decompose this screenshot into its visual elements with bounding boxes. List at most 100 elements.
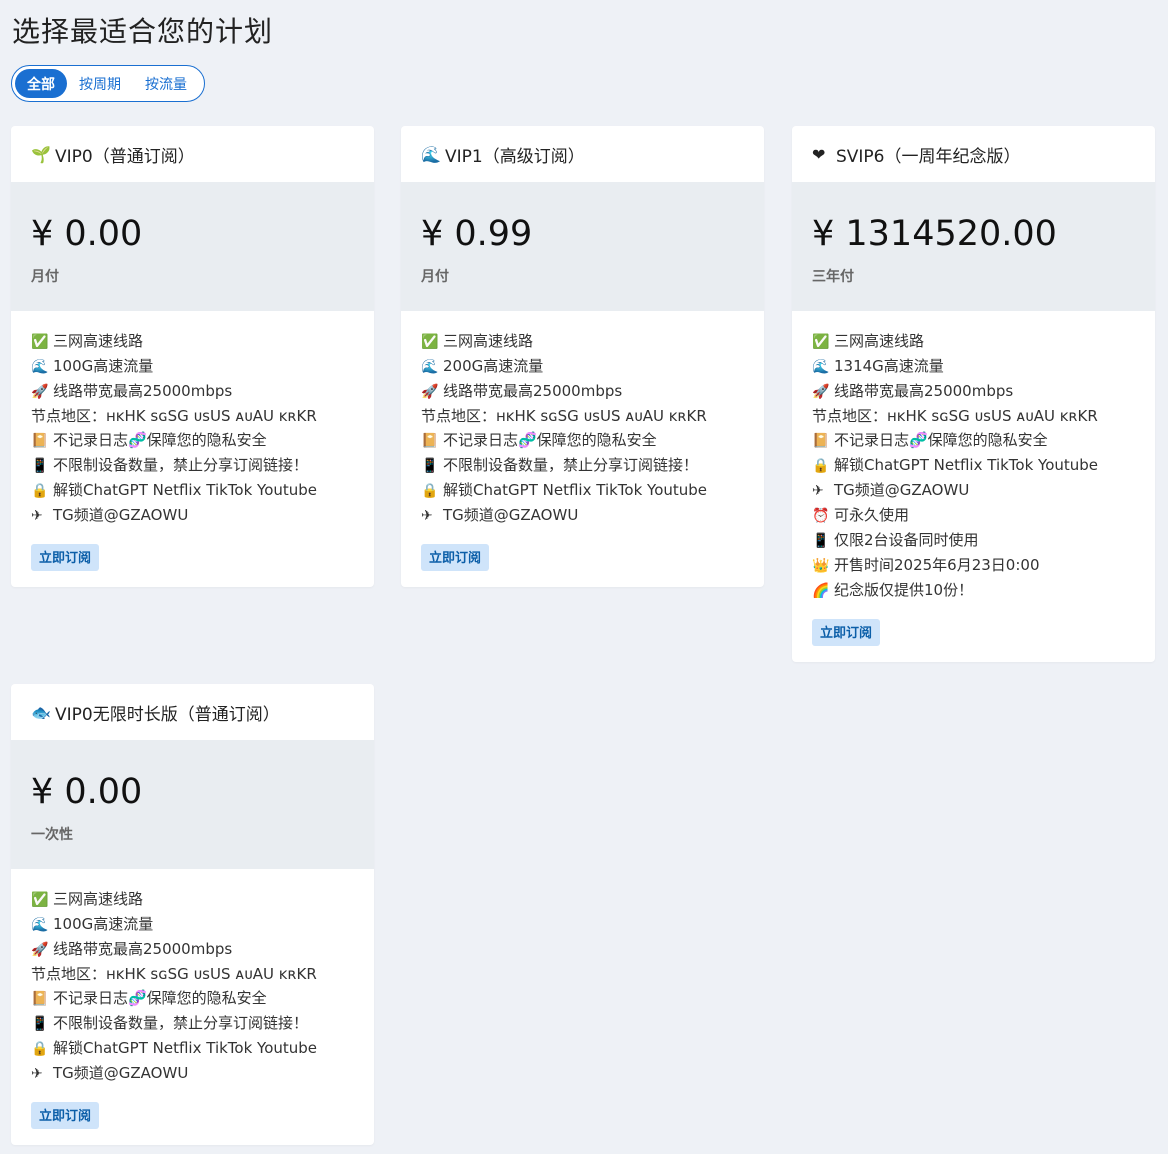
feature-text: 可永久使用 [834, 506, 910, 524]
feature-item: 🚀 线路带宽最高25000mbps [421, 379, 764, 404]
filter-by-period[interactable]: 按周期 [67, 69, 133, 98]
wave-icon: 🌊 [812, 359, 830, 375]
feature-text: 不记录日志🧬保障您的隐私安全 [53, 431, 267, 449]
subscribe-button[interactable]: 立即订阅 [31, 544, 100, 571]
phone-icon: 📱 [31, 1016, 49, 1032]
feature-list: ✅ 三网高速线路 🌊 200G高速流量 🚀 线路带宽最高25000mbps 节点地区：ʜᴋH… [401, 311, 764, 528]
plan-period: 一次性 [31, 827, 73, 843]
lock-icon: 🔒 [812, 458, 830, 474]
feature-text: 100G高速流量 [53, 915, 154, 933]
feature-item: ✈ TG频道@GZAOWU [421, 503, 764, 528]
page-title: 选择最适合您的计划 [12, 15, 274, 48]
airplane-icon: ✈ [812, 483, 824, 499]
plan-price: ¥ 1314520.00 [812, 214, 1057, 254]
feature-text: TG频道@GZAOWU [443, 506, 579, 524]
feature-text: 解锁ChatGPT Netflix TikTok Youtube [53, 481, 318, 499]
rocket-icon: 🚀 [812, 384, 830, 400]
feature-list: ✅ 三网高速线路 🌊 100G高速流量 🚀 线路带宽最高25000mbps 节点地区：ʜᴋH… [11, 311, 374, 528]
plan-card: 🌊 VIP1（高级订阅） ¥ 0.99 月付 ✅ 三网高速线路 🌊 200G高速流量 🚀 线路带宽… [401, 126, 764, 587]
plan-price: ¥ 0.00 [31, 214, 143, 254]
lock-icon: 🔒 [421, 483, 439, 499]
plan-price: ¥ 0.99 [421, 214, 533, 254]
plan-period: 月付 [31, 269, 59, 285]
feature-text: 开售时间2025年6月23日0:00 [834, 556, 1040, 574]
feature-item: 🌈 纪念版仅提供10份！ [812, 578, 1155, 603]
feature-item: 节点地区：ʜᴋHK sɢSG ᴜsUS ᴀᴜAU ᴋʀKR [421, 404, 764, 428]
feature-text: 线路带宽最高25000mbps [53, 382, 233, 400]
alarm-clock-icon: ⏰ [812, 508, 830, 524]
heart-icon: ❤ [812, 144, 826, 164]
phone-icon: 📱 [31, 458, 49, 474]
rocket-icon: 🚀 [31, 384, 49, 400]
feature-text: 三网高速线路 [834, 332, 925, 350]
feature-item: 🔒 解锁ChatGPT Netflix TikTok Youtube [421, 478, 764, 503]
feature-text: 节点地区：ʜᴋHK sɢSG ᴜsUS ᴀᴜAU ᴋʀKR [812, 407, 1098, 425]
feature-item: ✅ 三网高速线路 [31, 887, 374, 912]
feature-text: 节点地区：ʜᴋHK sɢSG ᴜsUS ᴀᴜAU ᴋʀKR [31, 965, 317, 983]
feature-item: 🌊 1314G高速流量 [812, 354, 1155, 379]
fish-icon: 🐟 [31, 702, 51, 722]
feature-item: ✈ TG频道@GZAOWU [31, 1061, 374, 1086]
feature-text: TG频道@GZAOWU [53, 506, 189, 524]
feature-text: 三网高速线路 [53, 332, 144, 350]
feature-item: 🔒 解锁ChatGPT Netflix TikTok Youtube [31, 478, 374, 503]
price-block: ¥ 0.99 月付 [401, 182, 764, 311]
feature-text: 不限制设备数量，禁止分享订阅链接！ [53, 456, 309, 474]
feature-text: 线路带宽最高25000mbps [834, 382, 1014, 400]
feature-item: 🚀 线路带宽最高25000mbps [31, 379, 374, 404]
feature-text: TG频道@GZAOWU [834, 481, 970, 499]
feature-item: 📔 不记录日志🧬保障您的隐私安全 [31, 986, 374, 1011]
filter-tabs: 全部 按周期 按流量 [11, 65, 205, 102]
plan-title: ❤ SVIP6（一周年纪念版） [792, 126, 1155, 182]
feature-text: 不记录日志🧬保障您的隐私安全 [53, 989, 267, 1007]
subscribe-button[interactable]: 立即订阅 [421, 544, 490, 571]
lock-icon: 🔒 [31, 483, 49, 499]
feature-item: 🔒 解锁ChatGPT Netflix TikTok Youtube [812, 453, 1155, 478]
plan-title: 🌊 VIP1（高级订阅） [401, 126, 764, 182]
feature-text: 三网高速线路 [443, 332, 534, 350]
filter-by-traffic[interactable]: 按流量 [133, 69, 199, 98]
feature-item: 🌊 200G高速流量 [421, 354, 764, 379]
airplane-icon: ✈ [421, 508, 433, 524]
feature-item: 🚀 线路带宽最高25000mbps [31, 937, 374, 962]
feature-list: ✅ 三网高速线路 🌊 100G高速流量 🚀 线路带宽最高25000mbps 节点地区：ʜᴋH… [11, 869, 374, 1086]
feature-item: ✈ TG频道@GZAOWU [812, 478, 1155, 503]
check-icon: ✅ [31, 892, 49, 908]
subscribe-button[interactable]: 立即订阅 [31, 1102, 100, 1129]
notebook-icon: 📔 [812, 433, 830, 449]
plan-card: ❤ SVIP6（一周年纪念版） ¥ 1314520.00 三年付 ✅ 三网高速线路 🌊 131… [792, 126, 1155, 662]
feature-item: ✈ TG频道@GZAOWU [31, 503, 374, 528]
plan-title: 🐟 VIP0无限时长版（普通订阅） [11, 684, 374, 740]
feature-text: 解锁ChatGPT Netflix TikTok Youtube [53, 1039, 318, 1057]
feature-text: 纪念版仅提供10份！ [834, 581, 974, 599]
feature-item: 🔒 解锁ChatGPT Netflix TikTok Youtube [31, 1036, 374, 1061]
feature-item: 🌊 100G高速流量 [31, 354, 374, 379]
check-icon: ✅ [421, 334, 439, 350]
airplane-icon: ✈ [31, 508, 43, 524]
plan-name: VIP0无限时长版（普通订阅） [55, 704, 280, 725]
feature-item: 🌊 100G高速流量 [31, 912, 374, 937]
lock-icon: 🔒 [31, 1041, 49, 1057]
wave-icon: 🌊 [31, 359, 49, 375]
feature-item: ⏰ 可永久使用 [812, 503, 1155, 528]
feature-item: 📱 不限制设备数量，禁止分享订阅链接！ [31, 453, 374, 478]
feature-text: 仅限2台设备同时使用 [834, 531, 979, 549]
feature-item: 📱 仅限2台设备同时使用 [812, 528, 1155, 553]
plan-name: VIP0（普通订阅） [55, 146, 195, 167]
check-icon: ✅ [31, 334, 49, 350]
feature-text: TG频道@GZAOWU [53, 1064, 189, 1082]
seedling-icon: 🌱 [31, 144, 51, 164]
feature-item: 节点地区：ʜᴋHK sɢSG ᴜsUS ᴀᴜAU ᴋʀKR [31, 404, 374, 428]
plan-name: SVIP6（一周年纪念版） [836, 146, 1021, 167]
phone-icon: 📱 [812, 533, 830, 549]
plan-card: 🐟 VIP0无限时长版（普通订阅） ¥ 0.00 一次性 ✅ 三网高速线路 🌊 100G高速流… [11, 684, 374, 1145]
airplane-icon: ✈ [31, 1066, 43, 1082]
filter-all[interactable]: 全部 [15, 69, 67, 98]
feature-item: ✅ 三网高速线路 [31, 329, 374, 354]
feature-text: 线路带宽最高25000mbps [53, 940, 233, 958]
subscribe-button[interactable]: 立即订阅 [812, 619, 881, 646]
price-block: ¥ 1314520.00 三年付 [792, 182, 1155, 311]
feature-text: 解锁ChatGPT Netflix TikTok Youtube [834, 456, 1099, 474]
price-block: ¥ 0.00 一次性 [11, 740, 374, 869]
feature-text: 线路带宽最高25000mbps [443, 382, 623, 400]
